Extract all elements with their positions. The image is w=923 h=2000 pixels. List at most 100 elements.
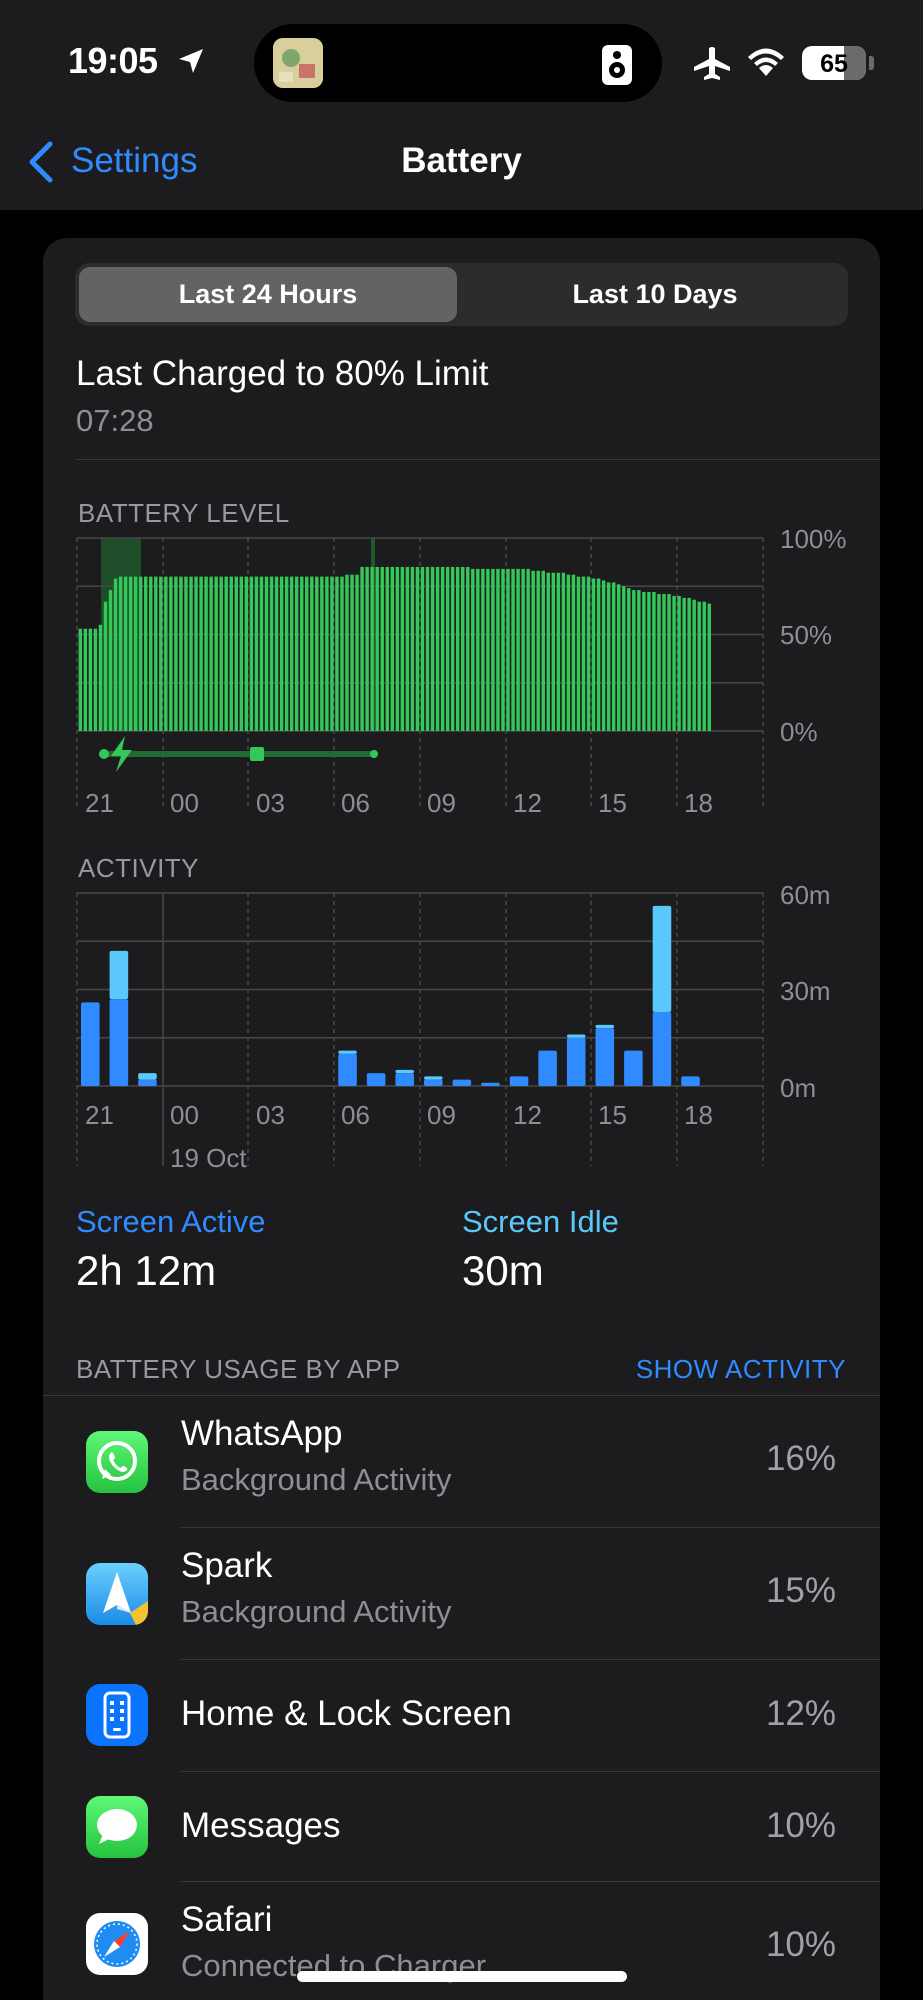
battery-bar: [556, 572, 561, 731]
battery-bar: [133, 576, 138, 731]
battery-bar: [310, 576, 314, 731]
battery-bar: [707, 603, 711, 731]
battery-bar: [561, 572, 566, 731]
battery-bar: [591, 578, 596, 731]
show-activity-button[interactable]: SHOW ACTIVITY: [636, 1354, 846, 1385]
battery-x-tick: 15: [598, 788, 627, 818]
activity-idle-bar: [652, 905, 672, 1013]
activity-idle-bar: [395, 1069, 414, 1074]
app-percent: 10%: [765, 1806, 836, 1845]
app-name: Home & Lock Screen: [181, 1694, 512, 1733]
battery-bar: [194, 576, 198, 731]
app-row-home-lock-screen[interactable]: Home & Lock Screen 12%: [43, 1660, 880, 1771]
battery-bar: [692, 599, 696, 731]
battery-bar: [566, 574, 571, 731]
battery-bar: [269, 576, 274, 731]
app-name: WhatsApp: [181, 1414, 343, 1453]
activity-idle-bar: [338, 1050, 357, 1054]
battery-bar: [390, 566, 394, 731]
battery-bar: [103, 601, 108, 731]
app-percent: 16%: [765, 1439, 836, 1478]
screen-active-label: Screen Active: [76, 1204, 266, 1239]
battery-bar: [78, 628, 83, 731]
battery-bar: [501, 568, 505, 731]
battery-bar: [466, 566, 470, 731]
battery-bar: [445, 566, 450, 731]
battery-bar: [511, 568, 515, 731]
spark-icon: [86, 1563, 148, 1625]
activity-x-tick: 15: [598, 1100, 627, 1130]
battery-bar: [652, 592, 656, 731]
activity-idle-bar: [424, 1076, 443, 1080]
app-row-messages[interactable]: Messages 10%: [43, 1772, 880, 1881]
activity-active-bar: [395, 1073, 414, 1086]
activity-x-tick: 06: [341, 1100, 370, 1130]
battery-bar: [138, 576, 143, 731]
app-name: Safari: [181, 1900, 273, 1939]
battery-x-tick: 12: [513, 788, 542, 818]
battery-bar: [83, 628, 88, 731]
battery-bar: [571, 574, 576, 731]
battery-bar: [325, 576, 329, 731]
activity-y-tick-30: 30m: [780, 976, 831, 1006]
battery-bar: [159, 576, 163, 731]
screen-idle-label: Screen Idle: [462, 1204, 619, 1239]
battery-bar: [360, 566, 364, 731]
screen-idle-value: 30m: [462, 1247, 544, 1294]
battery-bar: [88, 628, 93, 731]
activity-x-tick: 03: [256, 1100, 285, 1130]
activity-active-bar: [338, 1053, 357, 1086]
activity-active-bar: [481, 1082, 500, 1086]
battery-bar: [601, 580, 606, 731]
activity-active-bar: [366, 1073, 386, 1086]
battery-bar: [315, 576, 319, 731]
battery-bar: [93, 628, 98, 731]
battery-bar: [179, 576, 183, 731]
activity-active-bar: [538, 1050, 557, 1086]
battery-x-tick: 21: [85, 788, 114, 818]
battery-bar: [536, 570, 540, 731]
activity-idle-bar: [138, 1073, 157, 1080]
battery-bar: [249, 576, 254, 731]
activity-x-tick: 21: [85, 1100, 114, 1130]
battery-bar: [234, 576, 239, 731]
activity-y-tick-0: 0m: [780, 1073, 817, 1103]
activity-idle-bar: [566, 1034, 586, 1038]
battery-bar: [491, 568, 495, 731]
activity-active-bar: [652, 1012, 672, 1086]
battery-bar: [435, 566, 440, 731]
charging-bolt-icon: [111, 736, 132, 772]
app-name: Messages: [181, 1806, 341, 1845]
battery-bar: [189, 576, 193, 731]
battery-bar: [164, 576, 168, 731]
app-row-spark[interactable]: Spark Background Activity 15%: [43, 1528, 880, 1659]
app-name: Spark: [181, 1546, 273, 1585]
activity-active-bar: [81, 1002, 100, 1086]
home-indicator[interactable]: [297, 1971, 627, 1982]
activity-x-tick: 12: [513, 1100, 542, 1130]
usage-by-app-header: BATTERY USAGE BY APP: [76, 1354, 401, 1384]
battery-bar: [531, 570, 535, 731]
app-row-safari[interactable]: Safari Connected to Charger 10%: [43, 1882, 880, 2000]
battery-bar: [611, 582, 616, 731]
activity-active-bar: [509, 1076, 529, 1086]
battery-bar: [204, 576, 208, 731]
battery-bar: [637, 590, 641, 731]
battery-bar: [430, 566, 435, 731]
battery-bar: [461, 566, 465, 731]
battery-bar: [516, 568, 520, 731]
app-row-whatsapp[interactable]: WhatsApp Background Activity 16%: [43, 1396, 880, 1527]
battery-bar: [596, 578, 601, 731]
battery-bar: [284, 576, 289, 731]
battery-bar: [174, 576, 178, 731]
battery-bar: [350, 574, 354, 731]
activity-x-tick: 00: [170, 1100, 199, 1130]
battery-x-tick: 09: [427, 788, 456, 818]
battery-bar: [496, 568, 500, 731]
charging-start-dot: [99, 749, 109, 759]
battery-bar: [521, 568, 525, 731]
battery-bar: [144, 576, 148, 731]
battery-bar: [330, 576, 334, 731]
activity-y-tick-60: 60m: [780, 880, 831, 910]
battery-bar: [149, 576, 153, 731]
